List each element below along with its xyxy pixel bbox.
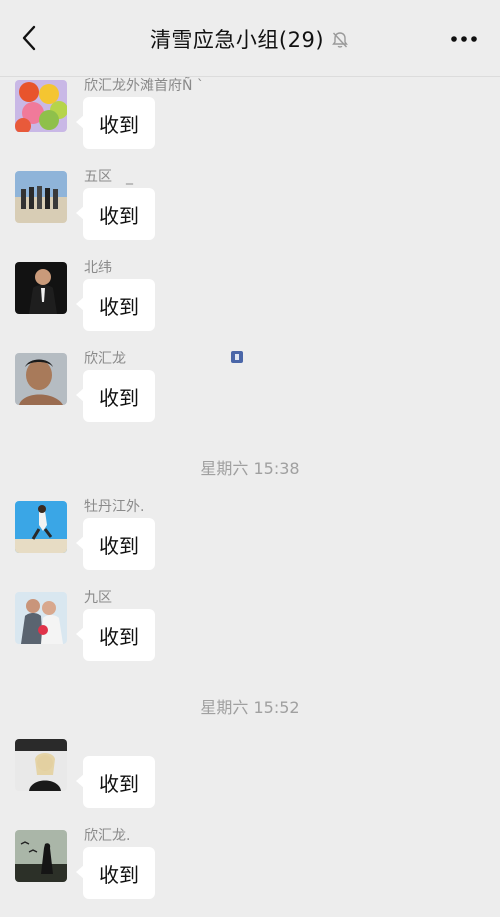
message-bubble[interactable]: 收到 (76, 370, 155, 422)
avatar[interactable] (15, 353, 67, 405)
chat-header: 清雪应急小组(29) (0, 0, 500, 77)
message-bubble[interactable]: 收到 (76, 609, 155, 661)
message-bubble[interactable]: 收到 (76, 97, 155, 149)
avatar[interactable] (15, 830, 67, 882)
avatar[interactable] (15, 80, 67, 132)
sender-name: 欣汇龙. (84, 828, 131, 844)
sender-name: 北纬 (84, 260, 112, 276)
sender-name: 九区 (84, 590, 112, 606)
more-options-button[interactable] (446, 26, 482, 52)
sender-name: 欣汇龙 (84, 351, 126, 367)
chat-title-group: 清雪应急小组(29) (0, 24, 500, 54)
sender-name: 欣汇龙外滩首府Ñ ˋ (84, 78, 204, 94)
sender-name: 牡丹江外. (84, 499, 145, 515)
message-bubble[interactable]: 收到 (76, 518, 155, 570)
message-bubble[interactable]: 收到 (76, 279, 155, 331)
bell-off-icon (332, 32, 348, 48)
timestamp: 星期六 15:52 (200, 698, 300, 717)
message-bubble[interactable]: 收到 (76, 188, 155, 240)
avatar[interactable] (15, 739, 67, 791)
sender-name: 五区 _ (84, 169, 133, 185)
message-bubble[interactable]: 收到 (76, 847, 155, 899)
avatar[interactable] (15, 501, 67, 553)
avatar[interactable] (15, 592, 67, 644)
timestamp: 星期六 15:38 (200, 459, 300, 478)
blurred-mark (231, 351, 243, 363)
avatar[interactable] (15, 171, 67, 223)
message-bubble[interactable]: 收到 (76, 756, 155, 808)
avatar[interactable] (15, 262, 67, 314)
chat-title: 清雪应急小组(29) (149, 28, 325, 52)
more-dots-icon (451, 36, 477, 42)
